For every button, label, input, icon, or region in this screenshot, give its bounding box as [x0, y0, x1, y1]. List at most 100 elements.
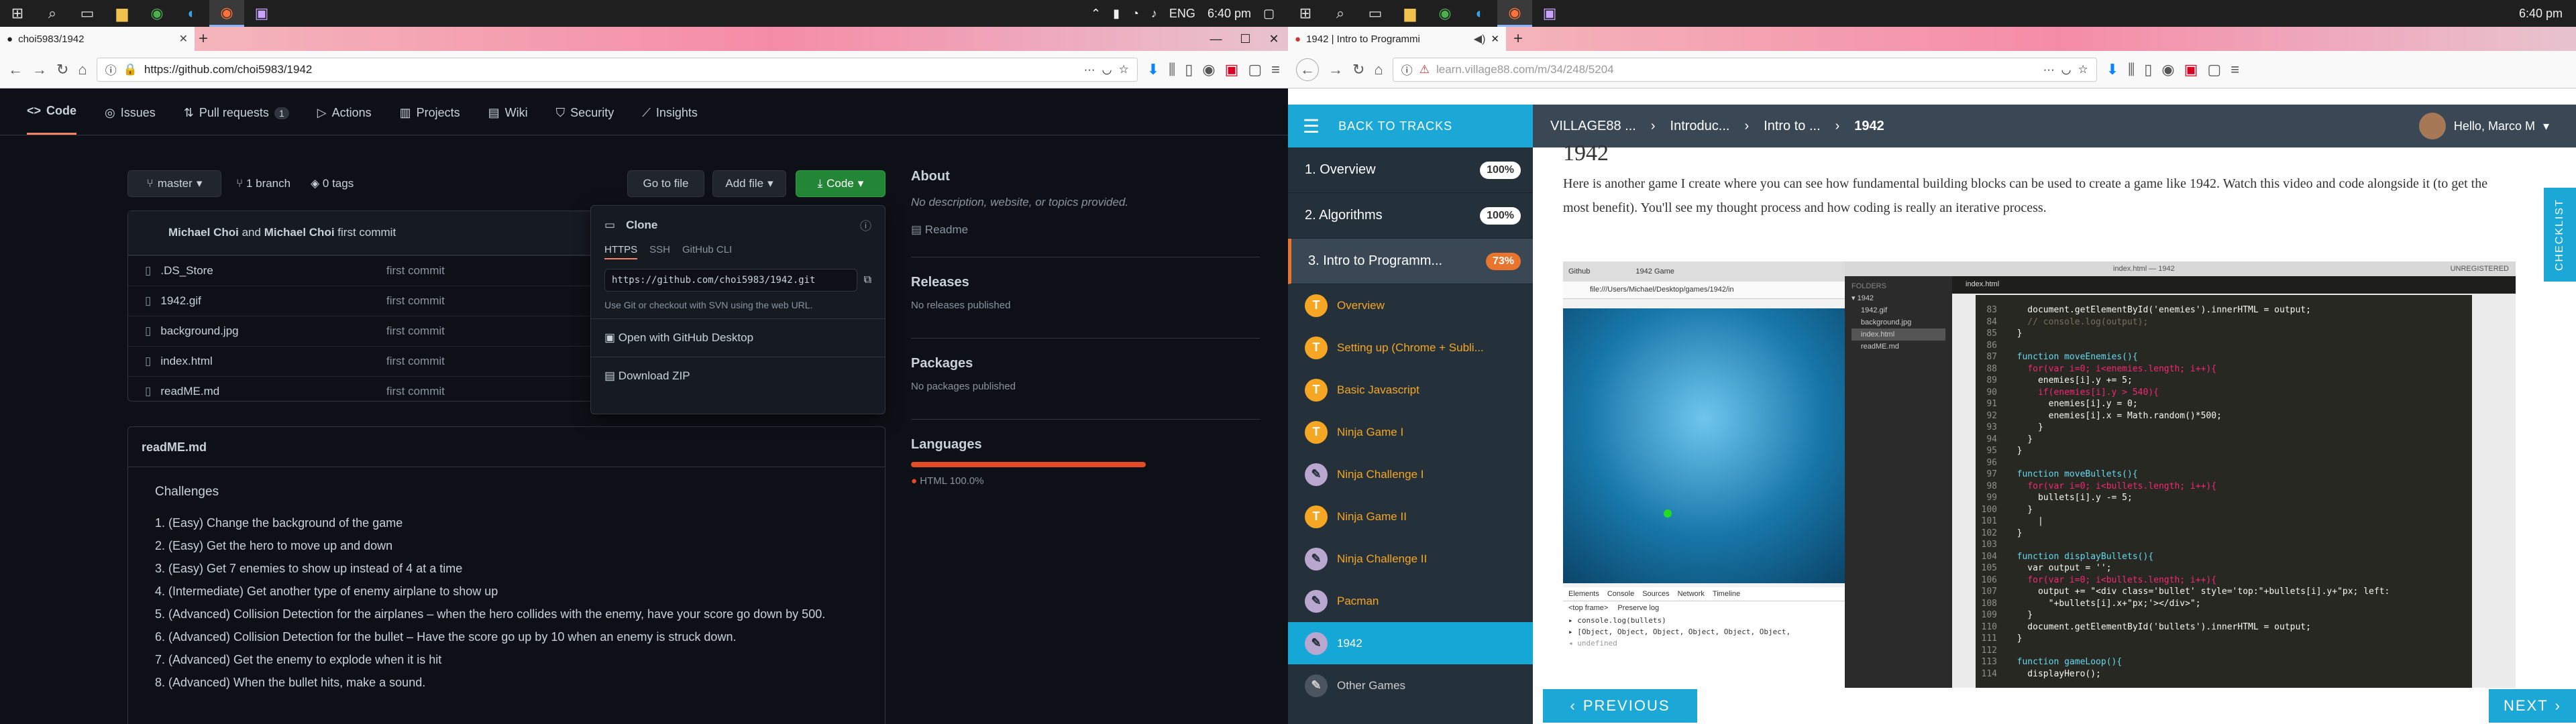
info-icon[interactable]: ⓘ — [105, 61, 117, 78]
bookmark-star-icon[interactable]: ☆ — [2078, 63, 2088, 76]
forward-icon[interactable]: → — [32, 61, 47, 78]
edge-icon[interactable]: ◐ — [1462, 0, 1497, 27]
lesson-item[interactable]: T Setting up (Chrome + Subli... — [1288, 326, 1533, 369]
tab-insights[interactable]: ⟋ Insights — [642, 106, 698, 135]
more-icon[interactable]: ··· — [1084, 63, 1095, 76]
file-name[interactable]: readME.md — [160, 385, 219, 398]
clock[interactable]: 6:40 pm — [2519, 7, 2563, 21]
volume-icon[interactable]: ♪ — [1151, 7, 1157, 21]
download-zip-button[interactable]: ▤ Download ZIP — [591, 357, 885, 395]
branch-select-button[interactable]: ⑂ master ▾ — [127, 170, 221, 197]
commit-message[interactable]: first commit — [337, 226, 396, 239]
maximize-icon[interactable]: ☐ — [1240, 32, 1250, 46]
clone-url-input[interactable]: https://github.com/choi5983/1942.git — [604, 269, 857, 292]
file-name[interactable]: index.html — [160, 355, 212, 368]
url-bar[interactable]: ⓘ 🔒 https://github.com/choi5983/1942 ···… — [96, 57, 1138, 82]
tab-actions[interactable]: ▷ Actions — [317, 106, 372, 135]
app-icon[interactable]: ▣ — [244, 0, 279, 27]
pocket-icon[interactable]: ◡ — [2061, 63, 2072, 76]
firefox-icon[interactable]: ◉ — [209, 0, 244, 27]
file-commit-message[interactable]: first commit — [386, 294, 445, 308]
section-algorithms[interactable]: 2. Algorithms 100% — [1288, 193, 1533, 239]
tab-projects[interactable]: ▥ Projects — [400, 106, 460, 135]
info-icon[interactable]: ⓘ — [1401, 61, 1413, 78]
library-icon[interactable]: ⫼ — [1169, 61, 1175, 78]
extension-icon[interactable]: ▣ — [2184, 61, 2198, 78]
home-icon[interactable]: ⌂ — [1374, 61, 1383, 78]
forward-icon[interactable]: → — [1328, 61, 1343, 78]
notification-icon[interactable]: ▢ — [1263, 7, 1275, 21]
account-icon[interactable]: ◉ — [1202, 61, 1215, 78]
branches-link[interactable]: ⑂ 1 branch — [236, 177, 290, 190]
edge-icon[interactable]: ◐ — [174, 0, 209, 27]
search-icon[interactable]: ⌕ — [1323, 0, 1358, 27]
section-intro-programming[interactable]: 3. Intro to Programm... 73% — [1288, 239, 1533, 284]
reload-icon[interactable]: ↻ — [56, 61, 68, 78]
lesson-item[interactable]: ✎ Pacman — [1288, 580, 1533, 622]
extension2-icon[interactable]: ▢ — [2207, 61, 2221, 78]
packages-heading[interactable]: Packages — [911, 356, 1260, 371]
code-button[interactable]: ⤓ Code ▾ — [796, 170, 885, 197]
file-name[interactable]: .DS_Store — [160, 264, 213, 278]
extension-icon[interactable]: ▣ — [1225, 61, 1239, 78]
browser-tab[interactable]: ● choi5983/1942 ✕ — [0, 27, 195, 51]
back-icon[interactable]: ← — [8, 61, 23, 78]
sidebar-icon[interactable]: ▯ — [1185, 61, 1193, 78]
lesson-item[interactable]: ✎ Ninja Challenge I — [1288, 453, 1533, 495]
file-name[interactable]: 1942.gif — [160, 294, 201, 308]
more-icon[interactable]: ··· — [2043, 63, 2055, 76]
download-icon[interactable]: ⬇ — [1147, 61, 1159, 78]
tab-security[interactable]: ⛉ Security — [556, 106, 614, 135]
clock[interactable]: 6:40 pm — [1208, 7, 1251, 21]
bookmark-star-icon[interactable]: ☆ — [1118, 63, 1128, 76]
tab-wiki[interactable]: ▤ Wiki — [488, 106, 528, 135]
download-icon[interactable]: ⬇ — [2106, 61, 2118, 78]
tab-pull-requests[interactable]: ⇅ Pull requests 1 — [184, 106, 289, 135]
close-window-icon[interactable]: ✕ — [1269, 32, 1279, 46]
next-button[interactable]: NEXT › — [2489, 689, 2576, 723]
file-explorer-icon[interactable]: ▆ — [105, 0, 140, 27]
browser-tab[interactable]: ● 1942 | Intro to Programmi ◀) ✕ — [1288, 27, 1506, 51]
go-to-file-button[interactable]: Go to file — [627, 170, 704, 197]
author-link[interactable]: Michael Choi — [264, 226, 335, 239]
pocket-icon[interactable]: ◡ — [1102, 63, 1112, 76]
sidebar-icon[interactable]: ▯ — [2144, 61, 2152, 78]
tags-link[interactable]: ◈ 0 tags — [311, 177, 354, 190]
user-menu[interactable]: Hello, Marco M ▾ — [2418, 113, 2576, 139]
readme-link[interactable]: ▤ Readme — [911, 223, 1260, 237]
clone-tab-https[interactable]: HTTPS — [604, 244, 638, 259]
lesson-item-current[interactable]: ✎ 1942 — [1288, 622, 1533, 664]
new-tab-icon[interactable]: + — [199, 29, 208, 48]
tab-code[interactable]: <> Code — [27, 104, 77, 135]
task-view-icon[interactable]: ▭ — [1358, 0, 1393, 27]
open-desktop-button[interactable]: ▣ Open with GitHub Desktop — [591, 319, 885, 357]
help-icon[interactable]: ⓘ — [860, 217, 871, 233]
chrome-icon[interactable]: ◉ — [1428, 0, 1462, 27]
copy-icon[interactable]: ⧉ — [864, 274, 871, 286]
lesson-item[interactable]: T Ninja Game I — [1288, 411, 1533, 453]
windows-start-icon[interactable]: ⊞ — [1288, 0, 1323, 27]
back-icon[interactable]: ← — [1296, 58, 1319, 81]
account-icon[interactable]: ◉ — [2161, 61, 2174, 78]
tab-issues[interactable]: ◎ Issues — [105, 106, 156, 135]
breadcrumb-item[interactable]: Intro to ... — [1764, 119, 1820, 134]
lesson-item[interactable]: ✎ Ninja Challenge II — [1288, 538, 1533, 580]
file-name[interactable]: background.jpg — [160, 324, 238, 338]
url-bar[interactable]: ⓘ ⚠ learn.village88.com/m/34/248/5204 ··… — [1392, 57, 2097, 82]
reload-icon[interactable]: ↻ — [1352, 61, 1364, 78]
speaker-icon[interactable]: ◀) — [1474, 32, 1486, 46]
lesson-item[interactable]: T Ninja Game II — [1288, 495, 1533, 538]
back-to-tracks-button[interactable]: ☰ BACK TO TRACKS — [1288, 105, 1533, 147]
clone-tab-ssh[interactable]: SSH — [649, 244, 670, 259]
lesson-item[interactable]: T Overview — [1288, 284, 1533, 326]
search-icon[interactable]: ⌕ — [35, 0, 70, 27]
network-icon[interactable]: ◔ — [1132, 7, 1139, 21]
new-tab-icon[interactable]: + — [1513, 29, 1523, 48]
file-commit-message[interactable]: first commit — [386, 264, 445, 278]
close-tab-icon[interactable]: ✕ — [179, 32, 188, 46]
language-indicator[interactable]: ENG — [1169, 7, 1195, 21]
checklist-tab[interactable]: CHECKLIST — [2544, 188, 2576, 282]
library-icon[interactable]: ⫼ — [2128, 61, 2135, 78]
menu-icon[interactable]: ≡ — [2231, 61, 2239, 78]
home-icon[interactable]: ⌂ — [78, 61, 87, 78]
